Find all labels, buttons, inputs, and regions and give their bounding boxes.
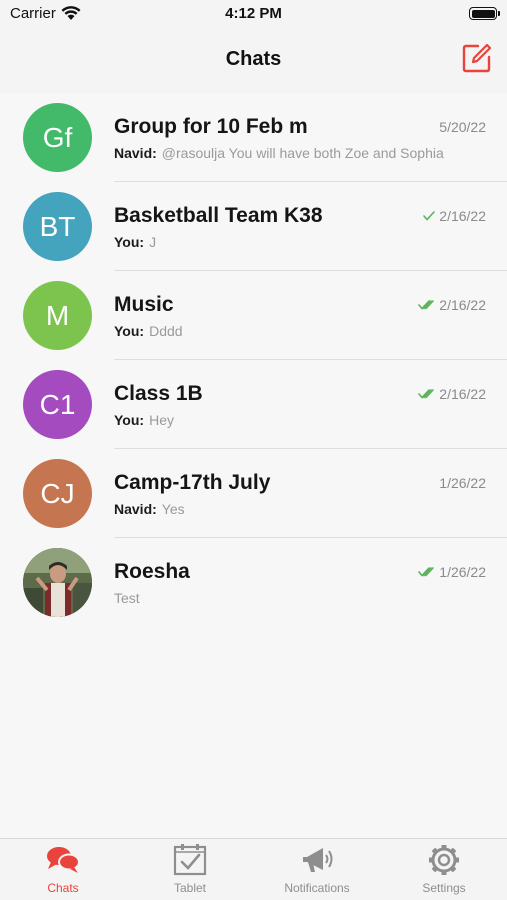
chat-date: 1/26/22: [439, 475, 486, 491]
chat-meta: 1/26/22: [439, 475, 486, 491]
avatar-photo: [23, 548, 92, 617]
chat-sender: You:: [114, 234, 145, 250]
chat-row-camp[interactable]: CJ Camp-17th July Navid: Yes 1/26/22: [0, 449, 507, 538]
chat-meta: 2/16/22: [418, 297, 486, 313]
status-bar: Carrier 4:12 PM: [0, 0, 507, 28]
page-title: Chats: [225, 48, 282, 70]
chat-row-class-1b[interactable]: C1 Class 1B You: Hey 2/16/22: [0, 360, 507, 449]
chat-date: 2/16/22: [439, 297, 486, 313]
tab-bar: Chats Tablet Notifications Settings: [0, 838, 507, 900]
chat-row-basketball-team[interactable]: BT Basketball Team K38 You: J 2/16/22: [0, 182, 507, 271]
chat-preview: Test: [114, 590, 486, 606]
gear-icon: [429, 845, 459, 875]
chat-name: Music: [114, 293, 174, 316]
megaphone-icon: [303, 848, 333, 872]
chat-preview: Navid: @rasoulja You will have both Zoe a…: [114, 145, 486, 161]
chat-date: 5/20/22: [439, 119, 486, 135]
battery-icon: [469, 7, 500, 20]
chat-meta: 2/16/22: [418, 386, 486, 402]
chat-name: Group for 10 Feb m: [114, 115, 308, 138]
tab-label: Chats: [47, 881, 79, 895]
chat-sender: You:: [114, 323, 145, 339]
chat-preview: Navid: Yes: [114, 501, 486, 517]
chat-message: @rasoulja You will have both Zoe and Sop…: [161, 145, 444, 161]
chat-row-roesha[interactable]: Roesha Test 1/26/22: [0, 538, 507, 627]
chat-date: 2/16/22: [439, 208, 486, 224]
profile-photo: [23, 548, 92, 617]
status-time: 4:12 PM: [225, 5, 282, 22]
chat-message: Hey: [149, 412, 174, 428]
tab-label: Tablet: [173, 881, 207, 895]
avatar: Gf: [23, 103, 92, 172]
tab-tablet[interactable]: Tablet: [127, 839, 253, 900]
chat-sender: You:: [114, 412, 145, 428]
double-check-icon: [418, 389, 435, 399]
chat-name: Camp-17th July: [114, 471, 271, 494]
chat-row-group-for-10-feb[interactable]: Gf Group for 10 Feb m Navid: @rasoulja Yo…: [0, 93, 507, 182]
chat-date: 2/16/22: [439, 386, 486, 402]
chat-message: Yes: [161, 501, 185, 517]
tab-chats[interactable]: Chats: [0, 839, 126, 900]
double-check-icon: [418, 567, 435, 577]
chat-name: Basketball Team K38: [114, 204, 323, 227]
chat-date: 1/26/22: [439, 564, 486, 580]
single-check-icon: [423, 211, 436, 221]
chat-bubbles-icon: [47, 847, 80, 873]
chat-sender: Navid:: [114, 501, 157, 517]
chat-meta: 5/20/22: [439, 119, 486, 135]
double-check-icon: [418, 300, 435, 310]
chat-preview: You: Dddd: [114, 323, 486, 339]
avatar: M: [23, 281, 92, 350]
tab-label: Notifications: [284, 881, 350, 895]
chat-list: Gf Group for 10 Feb m Navid: @rasoulja Yo…: [0, 93, 507, 627]
chat-preview: You: Hey: [114, 412, 486, 428]
compose-icon[interactable]: [461, 42, 493, 74]
tab-label: Settings: [422, 881, 466, 895]
tablet-check-icon: [173, 844, 207, 876]
chat-row-music[interactable]: M Music You: Dddd 2/16/22: [0, 271, 507, 360]
chat-meta: 1/26/22: [418, 564, 486, 580]
chat-name: Roesha: [114, 560, 190, 583]
avatar: CJ: [23, 459, 92, 528]
nav-bar: Chats: [0, 28, 507, 93]
chat-name: Class 1B: [114, 382, 203, 405]
chat-message: J: [149, 234, 157, 250]
avatar: C1: [23, 370, 92, 439]
chat-sender: Navid:: [114, 145, 157, 161]
chat-meta: 2/16/22: [418, 208, 486, 224]
chat-message: Test: [114, 590, 140, 606]
chat-message: Dddd: [149, 323, 183, 339]
avatar: BT: [23, 192, 92, 261]
tab-notifications[interactable]: Notifications: [254, 839, 380, 900]
tab-settings[interactable]: Settings: [381, 839, 507, 900]
chat-preview: You: J: [114, 234, 486, 250]
